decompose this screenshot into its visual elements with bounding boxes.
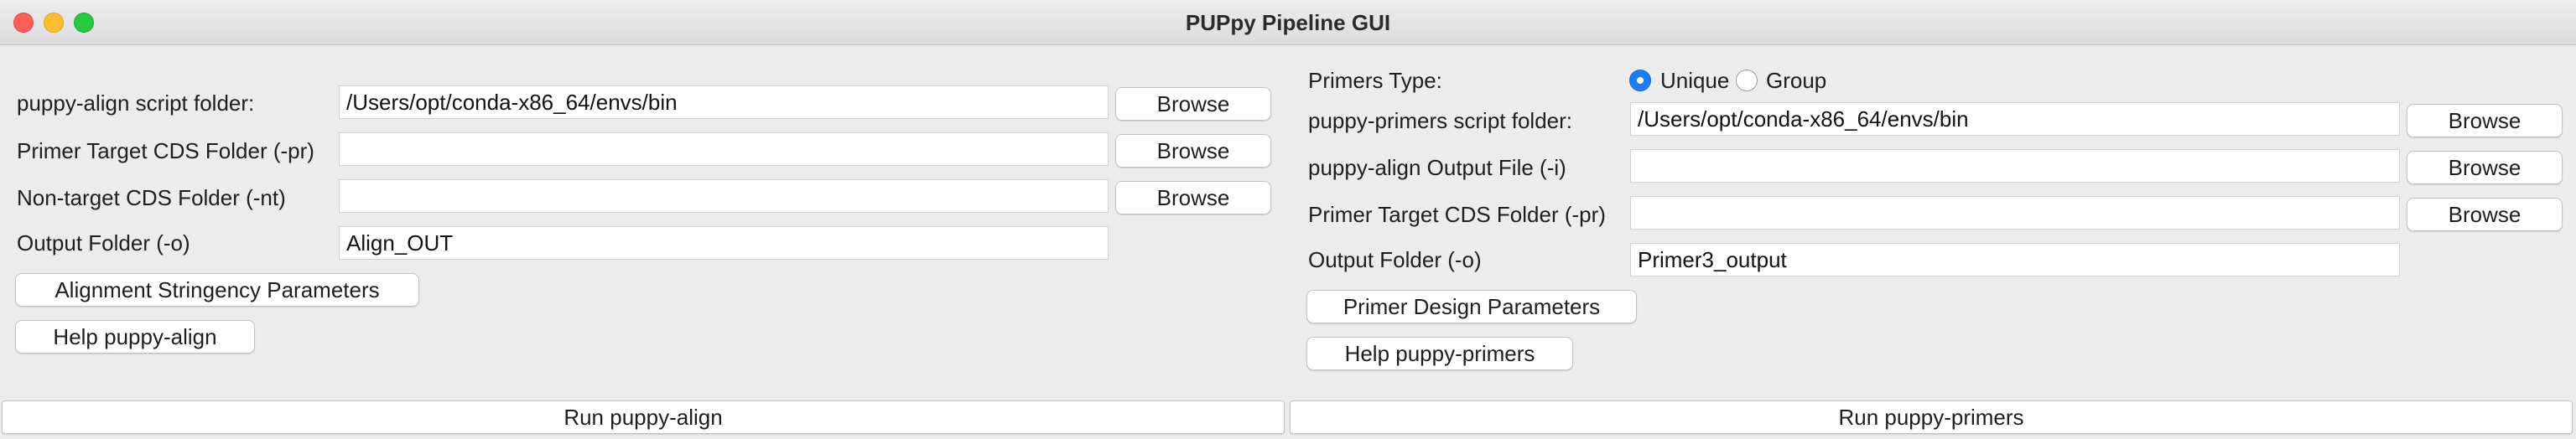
primers-script-folder-input[interactable] xyxy=(1630,102,2400,136)
align-script-folder-label: puppy-align script folder: xyxy=(17,90,255,116)
align-target-cds-input[interactable] xyxy=(339,132,1109,166)
align-script-folder-input[interactable] xyxy=(339,85,1109,119)
primers-type-group-radio[interactable] xyxy=(1736,70,1758,91)
primers-type-label: Primers Type: xyxy=(1308,68,1442,93)
primers-script-folder-browse-button[interactable]: Browse xyxy=(2407,104,2563,137)
primers-align-output-browse-button[interactable]: Browse xyxy=(2407,151,2563,184)
primers-type-unique-radio[interactable] xyxy=(1629,70,1651,91)
align-target-cds-label: Primer Target CDS Folder (-pr) xyxy=(17,138,314,163)
title-bar: PUPpy Pipeline GUI xyxy=(0,0,2576,45)
primers-target-cds-label: Primer Target CDS Folder (-pr) xyxy=(1308,202,1606,227)
run-puppy-align-button[interactable]: Run puppy-align xyxy=(2,400,1285,434)
primers-target-cds-input[interactable] xyxy=(1630,196,2400,230)
align-script-folder-browse-button[interactable]: Browse xyxy=(1115,87,1271,121)
alignment-stringency-button[interactable]: Alignment Stringency Parameters xyxy=(15,273,419,307)
align-output-folder-input[interactable] xyxy=(339,226,1109,260)
align-nontarget-cds-browse-button[interactable]: Browse xyxy=(1115,181,1271,214)
primers-type-group-label: Group xyxy=(1766,68,1827,93)
help-puppy-primers-button[interactable]: Help puppy-primers xyxy=(1306,337,1573,370)
window-title: PUPpy Pipeline GUI xyxy=(1185,10,1391,35)
primers-type-unique-label: Unique xyxy=(1660,68,1730,93)
primers-output-folder-input[interactable] xyxy=(1630,243,2400,276)
align-output-folder-label: Output Folder (-o) xyxy=(17,230,190,256)
primers-align-output-input[interactable] xyxy=(1630,149,2400,183)
run-puppy-primers-button[interactable]: Run puppy-primers xyxy=(1290,400,2573,434)
primers-align-output-label: puppy-align Output File (-i) xyxy=(1308,155,1566,180)
primers-output-folder-label: Output Folder (-o) xyxy=(1308,247,1482,272)
primer-design-parameters-button[interactable]: Primer Design Parameters xyxy=(1306,290,1637,323)
align-target-cds-browse-button[interactable]: Browse xyxy=(1115,134,1271,168)
align-nontarget-cds-input[interactable] xyxy=(339,179,1109,213)
help-puppy-align-button[interactable]: Help puppy-align xyxy=(15,320,255,354)
align-nontarget-cds-label: Non-target CDS Folder (-nt) xyxy=(17,185,286,210)
primers-target-cds-browse-button[interactable]: Browse xyxy=(2407,198,2563,231)
primers-script-folder-label: puppy-primers script folder: xyxy=(1308,108,1572,133)
